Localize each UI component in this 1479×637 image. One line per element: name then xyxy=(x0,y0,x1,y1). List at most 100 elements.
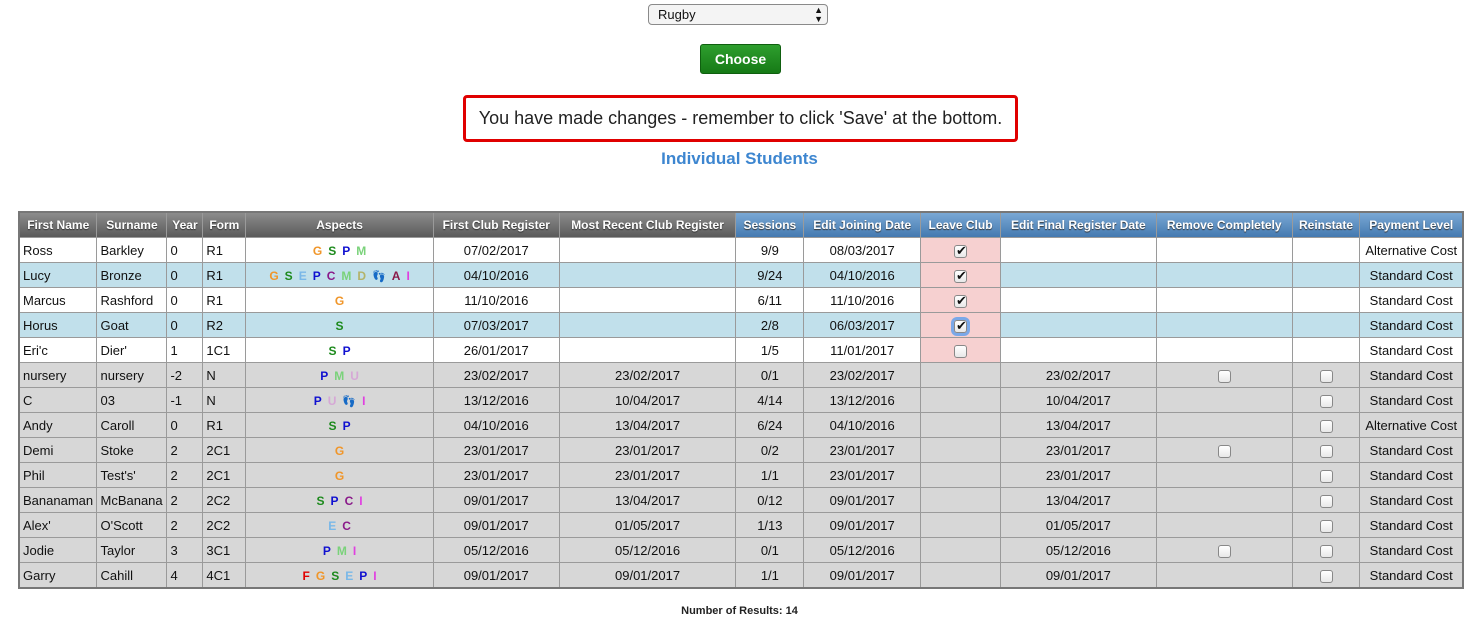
reinstate-checkbox[interactable] xyxy=(1319,469,1333,483)
cell-payment-level[interactable]: Standard Cost xyxy=(1359,487,1464,513)
col-reinstate[interactable]: Reinstate xyxy=(1291,211,1361,238)
cell-payment-level[interactable]: Standard Cost xyxy=(1359,262,1464,288)
cell-year: 0 xyxy=(166,262,204,288)
cell-edit-final-register-date[interactable]: 23/01/2017 xyxy=(999,437,1157,463)
students-table: First Name Surname Year Form Aspects Fir… xyxy=(18,211,1464,589)
cell-edit-final-register-date[interactable] xyxy=(999,237,1157,263)
aspect-letter: F xyxy=(302,568,310,583)
cell-reinstate xyxy=(1291,362,1361,388)
cell-edit-joining-date[interactable]: 09/01/2017 xyxy=(803,512,922,538)
cell-edit-joining-date[interactable]: 23/01/2017 xyxy=(803,462,922,488)
col-surname[interactable]: Surname xyxy=(96,211,168,238)
aspect-letter: G xyxy=(334,293,345,308)
leave-club-checkbox[interactable] xyxy=(954,318,968,334)
cell-edit-final-register-date[interactable] xyxy=(999,337,1157,363)
reinstate-checkbox[interactable] xyxy=(1319,369,1333,383)
cell-edit-final-register-date[interactable]: 05/12/2016 xyxy=(999,537,1157,563)
col-edit-joining-date[interactable]: Edit Joining Date xyxy=(803,211,922,238)
cell-form: 4C1 xyxy=(202,562,247,589)
cell-first-club-register: 07/03/2017 xyxy=(432,312,560,338)
cell-first-club-register: 23/01/2017 xyxy=(432,462,560,488)
reinstate-checkbox[interactable] xyxy=(1319,394,1333,408)
col-first-name[interactable]: First Name xyxy=(18,211,98,238)
cell-edit-final-register-date[interactable]: 13/04/2017 xyxy=(999,412,1157,438)
cell-remove-completely xyxy=(1155,337,1293,363)
col-remove-completely[interactable]: Remove Completely xyxy=(1155,211,1293,238)
cell-remove-completely xyxy=(1155,412,1293,438)
leave-club-checkbox[interactable] xyxy=(954,243,968,259)
cell-reinstate xyxy=(1291,412,1361,438)
cell-edit-final-register-date[interactable] xyxy=(999,262,1157,288)
remove-completely-checkbox[interactable] xyxy=(1217,444,1231,458)
cell-payment-level[interactable]: Alternative Cost xyxy=(1359,237,1464,263)
col-payment-level[interactable]: Payment Level xyxy=(1359,211,1464,238)
col-sessions[interactable]: Sessions xyxy=(735,211,805,238)
reinstate-checkbox[interactable] xyxy=(1319,544,1333,558)
col-most-recent-club-register[interactable]: Most Recent Club Register xyxy=(558,211,737,238)
cell-edit-final-register-date[interactable] xyxy=(999,312,1157,338)
cell-edit-joining-date[interactable]: 04/10/2016 xyxy=(803,262,922,288)
cell-remove-completely xyxy=(1155,362,1293,388)
cell-edit-final-register-date[interactable]: 10/04/2017 xyxy=(999,387,1157,413)
cell-payment-level[interactable]: Standard Cost xyxy=(1359,537,1464,563)
aspect-letter: E xyxy=(328,518,337,533)
choose-button[interactable]: Choose xyxy=(700,44,781,74)
reinstate-checkbox[interactable] xyxy=(1319,569,1333,583)
cell-edit-joining-date[interactable]: 06/03/2017 xyxy=(803,312,922,338)
cell-payment-level[interactable]: Standard Cost xyxy=(1359,362,1464,388)
reinstate-checkbox[interactable] xyxy=(1319,494,1333,508)
cell-edit-joining-date[interactable]: 04/10/2016 xyxy=(803,412,922,438)
cell-edit-joining-date[interactable]: 05/12/2016 xyxy=(803,537,922,563)
cell-year: 2 xyxy=(166,487,204,513)
cell-edit-final-register-date[interactable] xyxy=(999,287,1157,313)
remove-completely-checkbox[interactable] xyxy=(1217,369,1231,383)
cell-sessions: 1/1 xyxy=(735,562,805,589)
cell-edit-final-register-date[interactable]: 13/04/2017 xyxy=(999,487,1157,513)
cell-payment-level[interactable]: Standard Cost xyxy=(1359,462,1464,488)
cell-remove-completely xyxy=(1155,287,1293,313)
cell-edit-final-register-date[interactable]: 23/01/2017 xyxy=(999,462,1157,488)
cell-surname: 03 xyxy=(96,387,168,413)
select-arrows-icon: ▲ ▼ xyxy=(814,5,823,24)
col-leave-club[interactable]: Leave Club xyxy=(920,211,1001,238)
cell-payment-level[interactable]: Standard Cost xyxy=(1359,387,1464,413)
leave-club-checkbox[interactable] xyxy=(954,293,968,309)
cell-edit-joining-date[interactable]: 23/01/2017 xyxy=(803,437,922,463)
cell-payment-level[interactable]: Alternative Cost xyxy=(1359,412,1464,438)
cell-edit-joining-date[interactable]: 23/02/2017 xyxy=(803,362,922,388)
leave-club-checkbox[interactable] xyxy=(954,268,968,284)
cell-remove-completely xyxy=(1155,512,1293,538)
leave-club-checkbox[interactable] xyxy=(954,344,968,358)
cell-payment-level[interactable]: Standard Cost xyxy=(1359,312,1464,338)
aspect-letter: S xyxy=(335,318,344,333)
col-edit-final-register-date[interactable]: Edit Final Register Date xyxy=(999,211,1157,238)
remove-completely-checkbox[interactable] xyxy=(1217,544,1231,558)
cell-edit-joining-date[interactable]: 11/10/2016 xyxy=(803,287,922,313)
cell-payment-level[interactable]: Standard Cost xyxy=(1359,287,1464,313)
col-first-club-register[interactable]: First Club Register xyxy=(432,211,560,238)
col-year[interactable]: Year xyxy=(166,211,204,238)
cell-payment-level[interactable]: Standard Cost xyxy=(1359,337,1464,363)
table-row: Lucy Bronze 0 R1 G S E P C M D 👣 A I 04/10/2016 9/24 04/… xyxy=(18,262,1464,288)
aspect-letter: E xyxy=(345,568,354,583)
cell-payment-level[interactable]: Standard Cost xyxy=(1359,512,1464,538)
col-form[interactable]: Form xyxy=(202,211,247,238)
cell-edit-joining-date[interactable]: 09/01/2017 xyxy=(803,487,922,513)
reinstate-checkbox[interactable] xyxy=(1319,419,1333,433)
reinstate-checkbox[interactable] xyxy=(1319,444,1333,458)
cell-edit-final-register-date[interactable]: 01/05/2017 xyxy=(999,512,1157,538)
cell-edit-joining-date[interactable]: 08/03/2017 xyxy=(803,237,922,263)
cell-edit-joining-date[interactable]: 11/01/2017 xyxy=(803,337,922,363)
col-aspects[interactable]: Aspects xyxy=(245,211,434,238)
sport-select[interactable]: Rugby ▲ ▼ xyxy=(648,4,828,25)
cell-surname: Rashford xyxy=(96,287,168,313)
reinstate-checkbox[interactable] xyxy=(1319,519,1333,533)
cell-edit-joining-date[interactable]: 13/12/2016 xyxy=(803,387,922,413)
cell-payment-level[interactable]: Standard Cost xyxy=(1359,562,1464,589)
cell-payment-level[interactable]: Standard Cost xyxy=(1359,437,1464,463)
aspect-letter: P xyxy=(342,343,351,358)
cell-edit-final-register-date[interactable]: 23/02/2017 xyxy=(999,362,1157,388)
cell-aspects: EC xyxy=(245,512,434,538)
cell-edit-final-register-date[interactable]: 09/01/2017 xyxy=(999,562,1157,589)
cell-edit-joining-date[interactable]: 09/01/2017 xyxy=(803,562,922,589)
